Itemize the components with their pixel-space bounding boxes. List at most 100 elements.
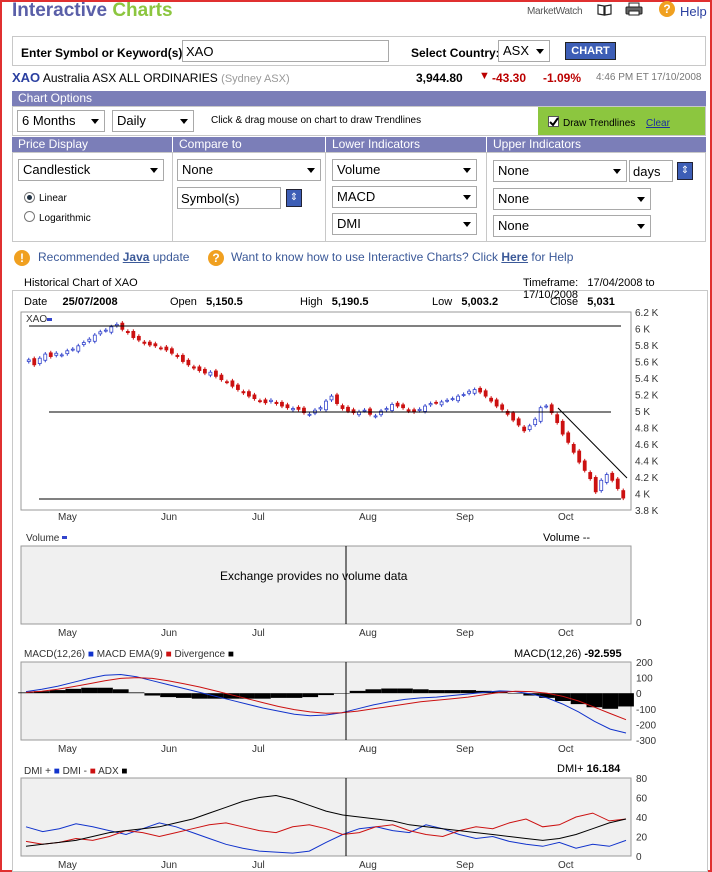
divergence-bar bbox=[302, 693, 319, 698]
y-tick-label: 4.4 K bbox=[635, 457, 659, 468]
candle bbox=[225, 381, 229, 384]
candle bbox=[346, 406, 350, 412]
candle bbox=[164, 346, 169, 351]
candle bbox=[593, 477, 598, 493]
candle bbox=[142, 341, 147, 344]
divergence-bar bbox=[618, 693, 634, 707]
candle bbox=[158, 347, 163, 350]
x-tick-label: Sep bbox=[456, 512, 474, 523]
volume-series-label: Volume bbox=[26, 533, 60, 544]
candle bbox=[500, 404, 505, 410]
candle bbox=[450, 398, 455, 401]
y-tick-label: 0 bbox=[636, 852, 642, 863]
divergence-bar bbox=[112, 689, 129, 694]
candle bbox=[247, 391, 251, 397]
divergence-bar bbox=[602, 693, 619, 709]
candle bbox=[423, 405, 427, 412]
y-tick-label: 0 bbox=[636, 689, 642, 700]
y-tick-label: 5.6 K bbox=[635, 358, 659, 369]
divergence-bar bbox=[18, 692, 34, 694]
candle bbox=[324, 400, 328, 411]
candle bbox=[202, 368, 207, 374]
volume-readout: Volume -- bbox=[543, 532, 590, 544]
x-tick-label: Sep bbox=[456, 860, 474, 871]
candle bbox=[54, 352, 59, 356]
macd-legend: MACD(12,26) ■ MACD EMA(9) ■ Divergence ■ bbox=[24, 649, 234, 660]
candle bbox=[70, 348, 75, 351]
candle bbox=[390, 403, 394, 411]
divergence-bar bbox=[460, 690, 476, 694]
candle bbox=[428, 403, 433, 406]
x-tick-label: May bbox=[58, 628, 77, 639]
candle bbox=[472, 389, 477, 394]
y-tick-label: 6 K bbox=[635, 325, 650, 336]
candle bbox=[296, 406, 301, 410]
candle bbox=[285, 404, 290, 409]
legend-swatch bbox=[47, 318, 52, 321]
y-tick-label: 5.2 K bbox=[635, 391, 659, 402]
y-tick-label: 4 K bbox=[635, 490, 650, 501]
y-tick-label: 4.6 K bbox=[635, 440, 659, 451]
candle bbox=[92, 334, 97, 342]
candle bbox=[291, 408, 295, 411]
price-series-label: XAO bbox=[26, 314, 47, 325]
candle bbox=[401, 404, 405, 409]
candle bbox=[48, 352, 53, 357]
candle bbox=[538, 407, 543, 422]
divergence-bar bbox=[144, 693, 161, 696]
candle bbox=[59, 354, 64, 357]
candle bbox=[577, 450, 582, 463]
candle bbox=[175, 354, 180, 357]
volume-panel[interactable] bbox=[20, 545, 632, 625]
y-tick-label: 200 bbox=[636, 658, 653, 669]
divergence-bar bbox=[97, 687, 113, 694]
divergence-bar bbox=[176, 693, 192, 698]
divergence-bar bbox=[412, 689, 429, 694]
legend-swatch bbox=[62, 536, 67, 539]
dmi-panel[interactable] bbox=[20, 777, 632, 857]
y-tick-label: -200 bbox=[636, 720, 656, 731]
x-tick-label: Jul bbox=[252, 860, 265, 871]
candle bbox=[615, 478, 620, 489]
x-tick-label: Jun bbox=[161, 744, 177, 755]
y-tick-label: -100 bbox=[636, 705, 656, 716]
candle bbox=[516, 418, 521, 426]
x-tick-label: May bbox=[58, 744, 77, 755]
candle bbox=[395, 402, 400, 407]
candle bbox=[456, 395, 461, 402]
candle bbox=[522, 426, 527, 432]
candle bbox=[329, 395, 334, 401]
x-tick-label: Jul bbox=[252, 512, 265, 523]
y-tick-label: 5 K bbox=[635, 407, 650, 418]
candle bbox=[318, 407, 323, 410]
candle bbox=[566, 432, 571, 443]
candle bbox=[307, 413, 312, 416]
x-tick-label: May bbox=[58, 512, 77, 523]
candle bbox=[153, 343, 158, 347]
x-tick-label: Jul bbox=[252, 744, 265, 755]
candle bbox=[340, 405, 345, 409]
divergence-bar bbox=[128, 692, 145, 694]
candle bbox=[269, 399, 273, 402]
candle bbox=[417, 408, 422, 411]
y-tick-label: 20 bbox=[636, 833, 648, 844]
divergence-bar bbox=[444, 690, 461, 694]
x-tick-label: Jun bbox=[161, 512, 177, 523]
chart-canvas[interactable]: XAO 6.2 K 6 K 5.8 K 5.6 K 5.4 K 5.2 K 5 K 4.8 K… bbox=[0, 0, 712, 872]
candle bbox=[103, 329, 108, 332]
divergence-bar bbox=[254, 693, 271, 699]
y-tick-label: 5.4 K bbox=[635, 374, 659, 385]
candle bbox=[434, 401, 438, 404]
candle bbox=[604, 474, 609, 483]
candle bbox=[236, 384, 240, 390]
candle bbox=[280, 401, 284, 407]
candle bbox=[549, 404, 554, 414]
macd-panel[interactable] bbox=[20, 661, 632, 741]
candle bbox=[87, 338, 92, 342]
candle bbox=[533, 418, 538, 426]
x-tick-label: Jul bbox=[252, 628, 265, 639]
x-tick-label: Aug bbox=[359, 512, 377, 523]
y-tick-label: 80 bbox=[636, 774, 648, 785]
candle bbox=[230, 380, 235, 387]
divergence-bar bbox=[570, 693, 587, 705]
